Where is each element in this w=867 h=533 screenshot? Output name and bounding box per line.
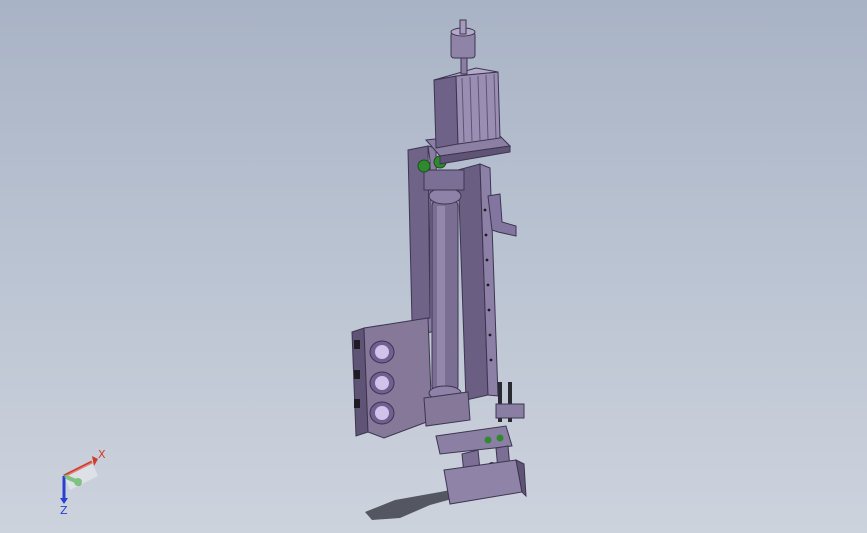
gripper-base-block <box>443 459 523 505</box>
z-axis-label: Z <box>60 504 68 516</box>
carriage <box>423 391 471 427</box>
fastener-lilac <box>375 376 389 390</box>
fastener-lilac <box>375 406 389 420</box>
orientation-triad: X Z <box>60 448 106 516</box>
cad-model-view[interactable] <box>0 0 867 533</box>
side-bolt <box>354 370 360 379</box>
side-bracket <box>487 193 517 237</box>
shaft-tip <box>459 19 467 35</box>
lilac-fastener-group <box>369 340 395 425</box>
x-axis-label: X <box>98 448 106 461</box>
motor-body-side <box>433 75 459 149</box>
side-bolt <box>354 340 360 349</box>
cylinder-head-block <box>423 169 465 191</box>
motor-shaft <box>460 55 468 75</box>
graphics-viewport[interactable]: X Z <box>0 0 867 533</box>
fastener-green <box>417 159 431 173</box>
side-bolt <box>354 399 360 408</box>
sensor-block <box>495 403 525 419</box>
fastener-lilac <box>375 345 389 359</box>
cylinder-highlight <box>437 206 445 386</box>
